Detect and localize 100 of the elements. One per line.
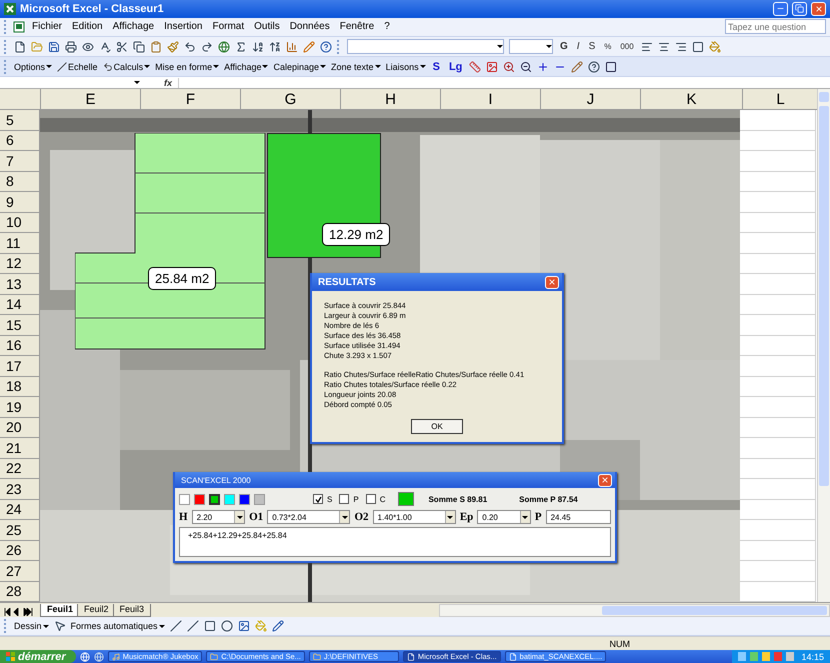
dropdown-field[interactable]: 0.73*2.04 — [267, 510, 350, 524]
sort-ascending-icon[interactable] — [252, 40, 264, 53]
frame-icon[interactable] — [605, 60, 618, 73]
start-button[interactable]: démarrer — [0, 650, 76, 663]
borders-icon[interactable] — [692, 40, 704, 53]
format-button[interactable]: 000 — [618, 42, 636, 52]
drawing-icon[interactable] — [303, 40, 315, 53]
menu-item[interactable]: ? — [381, 20, 393, 34]
format-button[interactable]: G — [558, 41, 570, 52]
align-right-icon[interactable] — [674, 40, 687, 53]
column-header[interactable]: J — [541, 89, 641, 110]
menu-item[interactable]: Format — [209, 20, 248, 34]
column-header[interactable]: F — [141, 89, 241, 110]
input-field[interactable]: 24.45 — [546, 510, 612, 524]
column-header[interactable]: I — [441, 89, 541, 110]
image-icon[interactable] — [486, 60, 498, 73]
column-header[interactable]: K — [641, 89, 743, 110]
font-name-field[interactable] — [347, 39, 504, 54]
menu-item[interactable]: Fichier — [29, 20, 66, 34]
row-header[interactable]: 13 — [0, 274, 40, 295]
toolbar-button[interactable]: Lg — [446, 60, 464, 73]
toolbar-button[interactable]: S — [430, 60, 442, 73]
color-swatch[interactable] — [209, 494, 220, 504]
new-document-icon[interactable] — [14, 40, 26, 53]
image-icon[interactable] — [238, 620, 250, 632]
row-header[interactable]: 17 — [0, 356, 40, 377]
close-button[interactable] — [598, 474, 612, 486]
menu-item[interactable]: Insertion — [161, 20, 206, 34]
minimize-button[interactable] — [773, 2, 788, 16]
toolbar-menu[interactable]: Echelle — [57, 62, 98, 72]
vertical-scrollbar[interactable] — [817, 89, 830, 602]
help-icon[interactable] — [588, 60, 600, 73]
row-header[interactable]: 15 — [0, 315, 40, 336]
column-header[interactable]: G — [241, 89, 341, 110]
format-button[interactable]: S — [586, 41, 598, 52]
dropdown-field[interactable]: 2.20 — [192, 510, 246, 524]
sheet-tab[interactable]: Feuil2 — [77, 604, 116, 618]
menu-item[interactable]: Données — [286, 20, 333, 34]
toolbar-menu[interactable]: Dessin — [14, 621, 49, 632]
menu-item[interactable]: Fenêtre — [336, 20, 378, 34]
row-header[interactable]: 11 — [0, 233, 40, 254]
toolbar-menu[interactable]: Zone texte — [331, 62, 381, 72]
align-center-icon[interactable] — [658, 40, 670, 53]
sort-descending-icon[interactable] — [269, 40, 281, 53]
function-label[interactable]: fx — [164, 78, 172, 88]
ruler-icon[interactable] — [469, 60, 482, 73]
folder-icon[interactable] — [31, 40, 43, 53]
scissors-icon[interactable] — [116, 40, 128, 53]
close-button[interactable] — [811, 2, 826, 16]
close-button[interactable] — [545, 276, 559, 288]
color-swatch[interactable] — [194, 494, 205, 504]
undo-icon[interactable] — [184, 40, 196, 53]
toolbar-menu[interactable]: Calculs — [102, 62, 150, 72]
color-swatch[interactable] — [239, 494, 250, 504]
preview-icon[interactable] — [82, 40, 94, 53]
menu-item[interactable]: Affichage — [110, 20, 158, 34]
copy-icon[interactable] — [133, 40, 145, 53]
row-header[interactable]: 19 — [0, 397, 40, 418]
menu-item[interactable]: Edition — [69, 20, 106, 34]
row-header[interactable]: 26 — [0, 540, 40, 562]
printer-icon[interactable] — [65, 40, 77, 53]
toolbar-menu[interactable]: Options — [14, 62, 52, 72]
row-header[interactable]: 8 — [0, 172, 40, 192]
globe-icon[interactable] — [218, 40, 230, 53]
row-header[interactable]: 21 — [0, 438, 40, 459]
format-button[interactable]: % — [602, 42, 614, 52]
ok-button[interactable]: OK — [411, 419, 463, 434]
select-all-corner[interactable] — [0, 89, 41, 110]
row-header[interactable]: 24 — [0, 500, 40, 520]
font-size-field[interactable] — [509, 39, 553, 54]
row-header[interactable]: 27 — [0, 561, 40, 582]
row-header[interactable]: 23 — [0, 479, 40, 500]
toolbar-menu[interactable]: Liaisons — [386, 62, 426, 72]
ellipse-icon[interactable] — [220, 620, 233, 632]
fill-color-icon[interactable] — [708, 40, 721, 53]
sigma-icon[interactable] — [235, 40, 247, 53]
color-swatch[interactable] — [224, 494, 235, 504]
row-header[interactable]: 12 — [0, 254, 40, 274]
row-header[interactable]: 28 — [0, 582, 40, 602]
rectangle-icon[interactable] — [204, 620, 216, 632]
dropdown-field[interactable]: 1.40*1.00 — [372, 510, 456, 524]
zoom-in-icon[interactable] — [503, 60, 516, 73]
column-header[interactable]: E — [41, 89, 141, 110]
row-header[interactable]: 7 — [0, 151, 40, 172]
toolbar-menu[interactable]: Mise en forme — [155, 62, 220, 72]
sheet-navigation-icon[interactable] — [4, 608, 34, 616]
column-header[interactable]: L — [743, 89, 819, 110]
toolbar-menu[interactable]: Formes automatiques — [70, 621, 165, 632]
row-header[interactable]: 6 — [0, 130, 40, 152]
row-header[interactable]: 9 — [0, 192, 40, 213]
color-swatch[interactable] — [254, 494, 265, 504]
help-search-field[interactable]: Tapez une question — [725, 19, 826, 34]
spelling-icon[interactable] — [99, 40, 111, 53]
chart-icon[interactable] — [286, 40, 298, 53]
clipboard-icon[interactable] — [150, 40, 162, 53]
workbook-icon[interactable] — [13, 20, 25, 33]
row-header[interactable]: 10 — [0, 212, 40, 234]
line-color-icon[interactable] — [272, 620, 284, 632]
line-icon[interactable] — [170, 620, 182, 632]
checkbox[interactable] — [339, 494, 350, 504]
